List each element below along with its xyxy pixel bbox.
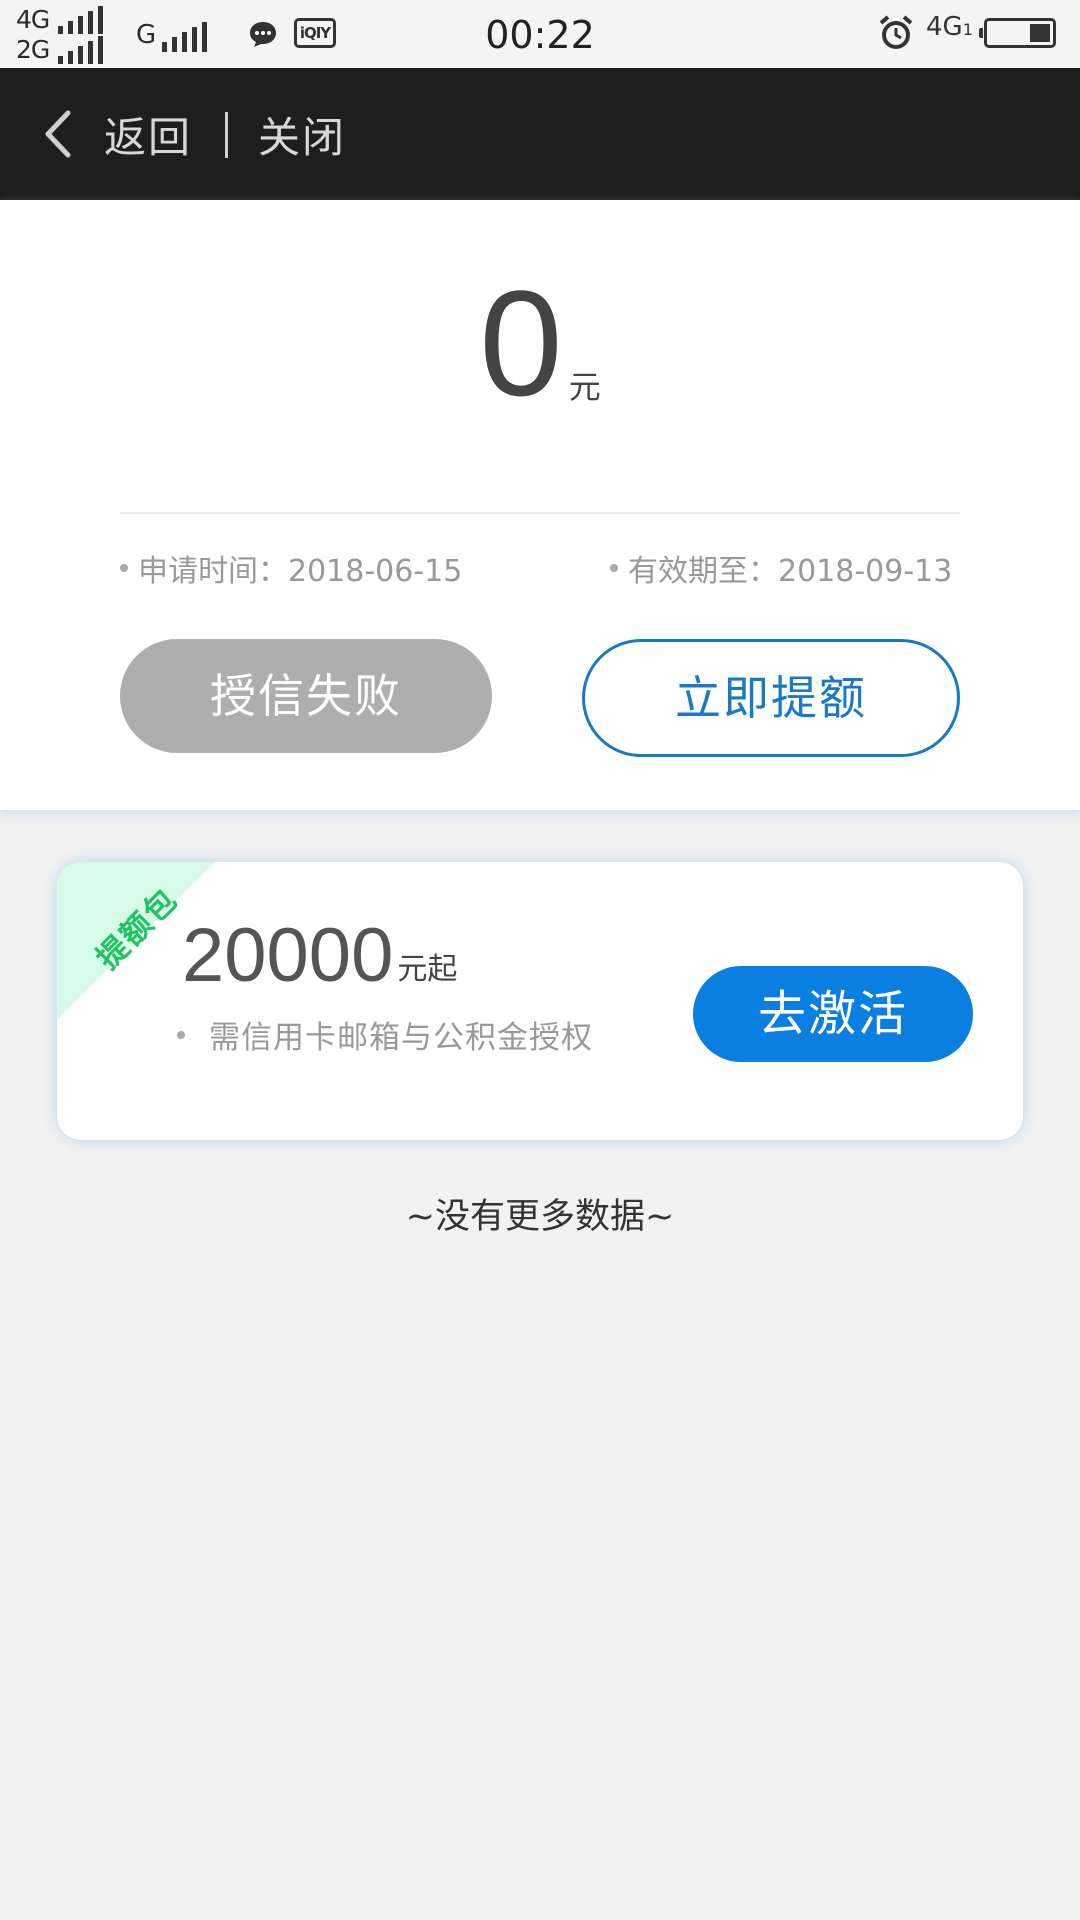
signal-icon — [162, 22, 207, 52]
chevron-left-icon — [45, 110, 71, 158]
credit-amount: 0 元 — [0, 268, 1080, 418]
limit-package-card[interactable]: 提额包 20000 元起 需信用卡邮箱与公积金授权 去激活 — [57, 862, 1023, 1140]
credit-amount-unit: 元 — [568, 368, 601, 406]
bullet-icon — [610, 564, 618, 572]
raise-limit-button[interactable]: 立即提额 — [582, 639, 960, 757]
status-time: 00:22 — [485, 13, 595, 57]
package-amount: 20000 元起 — [182, 916, 457, 996]
signal-icon — [58, 6, 103, 34]
status-bar: 4G 2G G iQIY 00:22 4G1 — [0, 0, 1080, 68]
g-signal-group: G — [136, 18, 207, 52]
package-amount-value: 20000 — [182, 913, 394, 998]
credit-summary-card: 0 元 申请时间：2018-06-15 有效期至：2018-09-13 授信失败… — [0, 200, 1080, 810]
valid-until: 有效期至：2018-09-13 — [610, 546, 952, 590]
cellular-signal-group: 4G 2G — [16, 6, 126, 66]
nav-divider — [225, 112, 228, 158]
navigation-bar: 返回 关闭 — [0, 68, 1080, 200]
close-button[interactable]: 关闭 — [258, 98, 346, 170]
no-more-data-text: ~没有更多数据~ — [405, 1197, 675, 1237]
network-type-label: 4G — [16, 5, 50, 34]
package-amount-unit: 元起 — [397, 952, 458, 987]
package-description: 需信用卡邮箱与公积金授权 — [177, 1012, 593, 1057]
close-label: 关闭 — [258, 112, 347, 162]
apply-time: 申请时间：2018-06-15 — [120, 546, 462, 590]
battery-icon — [979, 18, 1056, 48]
alarm-icon — [879, 15, 913, 49]
network-type-label: G — [136, 20, 156, 50]
bullet-icon — [177, 1030, 185, 1039]
signal-icon — [58, 36, 103, 64]
divider — [120, 512, 960, 514]
iqiyi-icon: iQIY — [294, 18, 336, 48]
back-button[interactable]: 返回 — [40, 98, 192, 170]
network-type-label: 2G — [16, 35, 50, 64]
back-label: 返回 — [104, 112, 193, 162]
bullet-icon — [120, 564, 128, 572]
credit-amount-value: 0 — [479, 259, 563, 427]
network-type-label: 4G1 — [926, 12, 973, 42]
credit-failed-button[interactable]: 授信失败 — [120, 639, 492, 753]
activate-button[interactable]: 去激活 — [693, 966, 973, 1062]
chat-icon — [250, 22, 276, 47]
